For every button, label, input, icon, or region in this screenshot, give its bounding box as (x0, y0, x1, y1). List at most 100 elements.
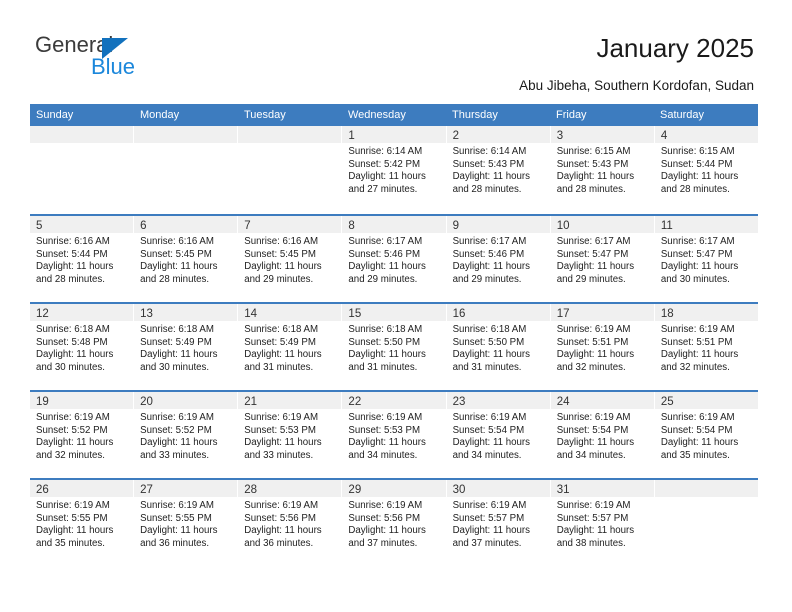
day-number-band: 5 (30, 216, 134, 233)
calendar-day-cell[interactable]: 28 Sunrise: 6:19 AM Sunset: 5:56 PM Dayligh… (238, 480, 343, 566)
calendar-day-cell[interactable]: 29 Sunrise: 6:19 AM Sunset: 5:56 PM Dayligh… (342, 480, 447, 566)
daylight-text-line1: Daylight: 11 hours (556, 171, 635, 183)
daylight-text-line1: Daylight: 11 hours (348, 171, 426, 183)
calendar-day-cell[interactable]: 9 Sunrise: 6:17 AM Sunset: 5:46 PM Daylight… (446, 216, 551, 302)
calendar-day-cell[interactable]: 17 Sunrise: 6:19 AM Sunset: 5:51 PM Dayligh… (550, 304, 655, 390)
calendar-day-cell[interactable]: 8 Sunrise: 6:17 AM Sunset: 5:46 PM Daylight… (342, 216, 447, 302)
day-number-band (238, 126, 342, 143)
calendar-day-cell[interactable]: 23 Sunrise: 6:19 AM Sunset: 5:54 PM Dayligh… (446, 392, 551, 478)
day-number-band: 8 (342, 216, 446, 233)
sunset-text: Sunset: 5:44 PM (660, 158, 733, 170)
calendar-day-cell[interactable]: 16 Sunrise: 6:18 AM Sunset: 5:50 PM Dayligh… (446, 304, 551, 390)
sunrise-text: Sunrise: 6:18 AM (140, 324, 214, 335)
day-number-band (30, 126, 134, 143)
sunrise-text: Sunrise: 6:19 AM (140, 412, 214, 423)
sunrise-text: Sunrise: 6:15 AM (660, 146, 735, 157)
daylight-text-line1: Daylight: 11 hours (348, 437, 426, 449)
calendar-week-row: 26 Sunrise: 6:19 AM Sunset: 5:55 PM Dayligh… (30, 478, 758, 566)
daylight-text-line1: Daylight: 11 hours (348, 525, 426, 537)
daylight-text-line1: Daylight: 11 hours (452, 437, 530, 449)
calendar-day-cell[interactable]: 11 Sunrise: 6:17 AM Sunset: 5:47 PM Dayligh… (654, 216, 758, 302)
day-number-band: 17 (550, 304, 654, 321)
day-sun-info: Sunrise: 6:19 AM Sunset: 5:56 PM Daylight:… (342, 497, 445, 550)
daylight-text-line2: and 28 minutes. (140, 273, 210, 285)
calendar-day-cell-empty (654, 480, 758, 566)
calendar-day-cell[interactable]: 7 Sunrise: 6:16 AM Sunset: 5:45 PM Daylight… (238, 216, 343, 302)
sunset-text: Sunset: 5:45 PM (244, 248, 316, 260)
day-number-band: 1 (342, 126, 446, 143)
daylight-text-line1: Daylight: 11 hours (244, 261, 322, 273)
calendar-page: General Blue January 2025 Abu Jibeha, So… (0, 0, 792, 612)
calendar-day-cell[interactable]: 22 Sunrise: 6:19 AM Sunset: 5:53 PM Dayligh… (342, 392, 447, 478)
day-sun-info: Sunrise: 6:14 AM Sunset: 5:43 PM Daylight:… (447, 143, 550, 196)
day-sun-info: Sunrise: 6:19 AM Sunset: 5:55 PM Daylight:… (134, 497, 237, 550)
day-sun-info: Sunrise: 6:19 AM Sunset: 5:53 PM Daylight:… (238, 409, 341, 462)
day-sun-info: Sunrise: 6:19 AM Sunset: 5:54 PM Daylight:… (447, 409, 550, 462)
sunset-text: Sunset: 5:42 PM (348, 158, 421, 170)
calendar-day-cell[interactable]: 24 Sunrise: 6:19 AM Sunset: 5:54 PM Dayligh… (550, 392, 655, 478)
day-number-band: 16 (446, 304, 550, 321)
day-sun-info: Sunrise: 6:19 AM Sunset: 5:51 PM Daylight:… (655, 321, 758, 374)
calendar-week-row: 5 Sunrise: 6:16 AM Sunset: 5:44 PM Daylight… (30, 214, 758, 302)
day-number-band: 25 (654, 392, 758, 409)
daylight-text-line1: Daylight: 11 hours (244, 349, 322, 361)
calendar-day-cell[interactable]: 5 Sunrise: 6:16 AM Sunset: 5:44 PM Daylight… (30, 216, 135, 302)
calendar-day-cell[interactable]: 6 Sunrise: 6:16 AM Sunset: 5:45 PM Daylight… (134, 216, 239, 302)
calendar-day-cell[interactable]: 4 Sunrise: 6:15 AM Sunset: 5:44 PM Daylight… (654, 126, 758, 214)
calendar-day-cell[interactable]: 10 Sunrise: 6:17 AM Sunset: 5:47 PM Dayligh… (550, 216, 655, 302)
daylight-text-line2: and 37 minutes. (348, 537, 418, 549)
calendar-day-cell[interactable]: 30 Sunrise: 6:19 AM Sunset: 5:57 PM Dayligh… (446, 480, 551, 566)
day-number: 5 (36, 220, 43, 232)
daylight-text-line1: Daylight: 11 hours (556, 525, 635, 537)
calendar-day-cell[interactable]: 12 Sunrise: 6:18 AM Sunset: 5:48 PM Dayligh… (30, 304, 135, 390)
calendar-day-cell[interactable]: 19 Sunrise: 6:19 AM Sunset: 5:52 PM Dayligh… (30, 392, 135, 478)
sunset-text: Sunset: 5:46 PM (452, 248, 525, 260)
day-sun-info: Sunrise: 6:19 AM Sunset: 5:52 PM Daylight:… (134, 409, 237, 462)
daylight-text-line2: and 29 minutes. (452, 273, 522, 285)
sunrise-text: Sunrise: 6:19 AM (348, 500, 423, 511)
day-number-band: 28 (238, 480, 342, 497)
day-sun-info: Sunrise: 6:14 AM Sunset: 5:42 PM Daylight:… (342, 143, 445, 196)
daylight-text-line1: Daylight: 11 hours (244, 525, 322, 537)
calendar-day-cell[interactable]: 15 Sunrise: 6:18 AM Sunset: 5:50 PM Dayligh… (342, 304, 447, 390)
calendar-day-cell[interactable]: 13 Sunrise: 6:18 AM Sunset: 5:49 PM Dayligh… (134, 304, 239, 390)
sunrise-text: Sunrise: 6:18 AM (36, 324, 110, 335)
sunrise-text: Sunrise: 6:15 AM (556, 146, 631, 157)
day-number: 22 (348, 396, 362, 408)
sunrise-text: Sunrise: 6:18 AM (452, 324, 527, 335)
calendar-day-cell[interactable]: 26 Sunrise: 6:19 AM Sunset: 5:55 PM Dayligh… (30, 480, 135, 566)
day-header-monday: Monday (140, 109, 180, 121)
day-number: 1 (348, 130, 355, 142)
day-header-sunday: Sunday (36, 109, 74, 121)
daylight-text-line2: and 35 minutes. (660, 449, 730, 461)
calendar-day-cell[interactable]: 27 Sunrise: 6:19 AM Sunset: 5:55 PM Dayligh… (134, 480, 239, 566)
day-sun-info: Sunrise: 6:17 AM Sunset: 5:47 PM Daylight:… (655, 233, 758, 286)
general-blue-logo[interactable]: General Blue (35, 33, 215, 83)
calendar-day-cell[interactable]: 18 Sunrise: 6:19 AM Sunset: 5:51 PM Dayligh… (654, 304, 758, 390)
sunrise-text: Sunrise: 6:17 AM (348, 236, 423, 247)
day-number: 20 (140, 396, 153, 408)
calendar-day-cell[interactable]: 31 Sunrise: 6:19 AM Sunset: 5:57 PM Dayligh… (550, 480, 655, 566)
calendar-day-cell[interactable]: 20 Sunrise: 6:19 AM Sunset: 5:52 PM Dayligh… (134, 392, 239, 478)
calendar-day-cell[interactable]: 21 Sunrise: 6:19 AM Sunset: 5:53 PM Dayligh… (238, 392, 343, 478)
sunset-text: Sunset: 5:55 PM (140, 512, 212, 524)
calendar-day-cell[interactable]: 3 Sunrise: 6:15 AM Sunset: 5:43 PM Daylight… (550, 126, 655, 214)
sunrise-text: Sunrise: 6:19 AM (556, 500, 631, 511)
daylight-text-line1: Daylight: 11 hours (140, 437, 218, 449)
calendar-day-cell[interactable]: 1 Sunrise: 6:14 AM Sunset: 5:42 PM Daylight… (342, 126, 447, 214)
day-sun-info: Sunrise: 6:16 AM Sunset: 5:45 PM Daylight:… (238, 233, 341, 286)
day-header-wednesday: Wednesday (348, 109, 406, 121)
calendar-day-cell[interactable]: 14 Sunrise: 6:18 AM Sunset: 5:49 PM Dayligh… (238, 304, 343, 390)
calendar-day-cell[interactable]: 2 Sunrise: 6:14 AM Sunset: 5:43 PM Daylight… (446, 126, 551, 214)
daylight-text-line2: and 32 minutes. (660, 361, 730, 373)
day-number: 9 (452, 220, 459, 232)
day-number: 10 (556, 220, 570, 232)
day-sun-info: Sunrise: 6:17 AM Sunset: 5:47 PM Daylight:… (551, 233, 654, 286)
calendar-day-cell[interactable]: 25 Sunrise: 6:19 AM Sunset: 5:54 PM Dayligh… (654, 392, 758, 478)
daylight-text-line2: and 33 minutes. (140, 449, 210, 461)
day-sun-info: Sunrise: 6:18 AM Sunset: 5:50 PM Daylight:… (447, 321, 550, 374)
sunset-text: Sunset: 5:54 PM (660, 424, 733, 436)
day-sun-info: Sunrise: 6:15 AM Sunset: 5:44 PM Daylight:… (655, 143, 758, 196)
sunset-text: Sunset: 5:54 PM (452, 424, 525, 436)
day-sun-info: Sunrise: 6:16 AM Sunset: 5:44 PM Daylight:… (30, 233, 133, 286)
